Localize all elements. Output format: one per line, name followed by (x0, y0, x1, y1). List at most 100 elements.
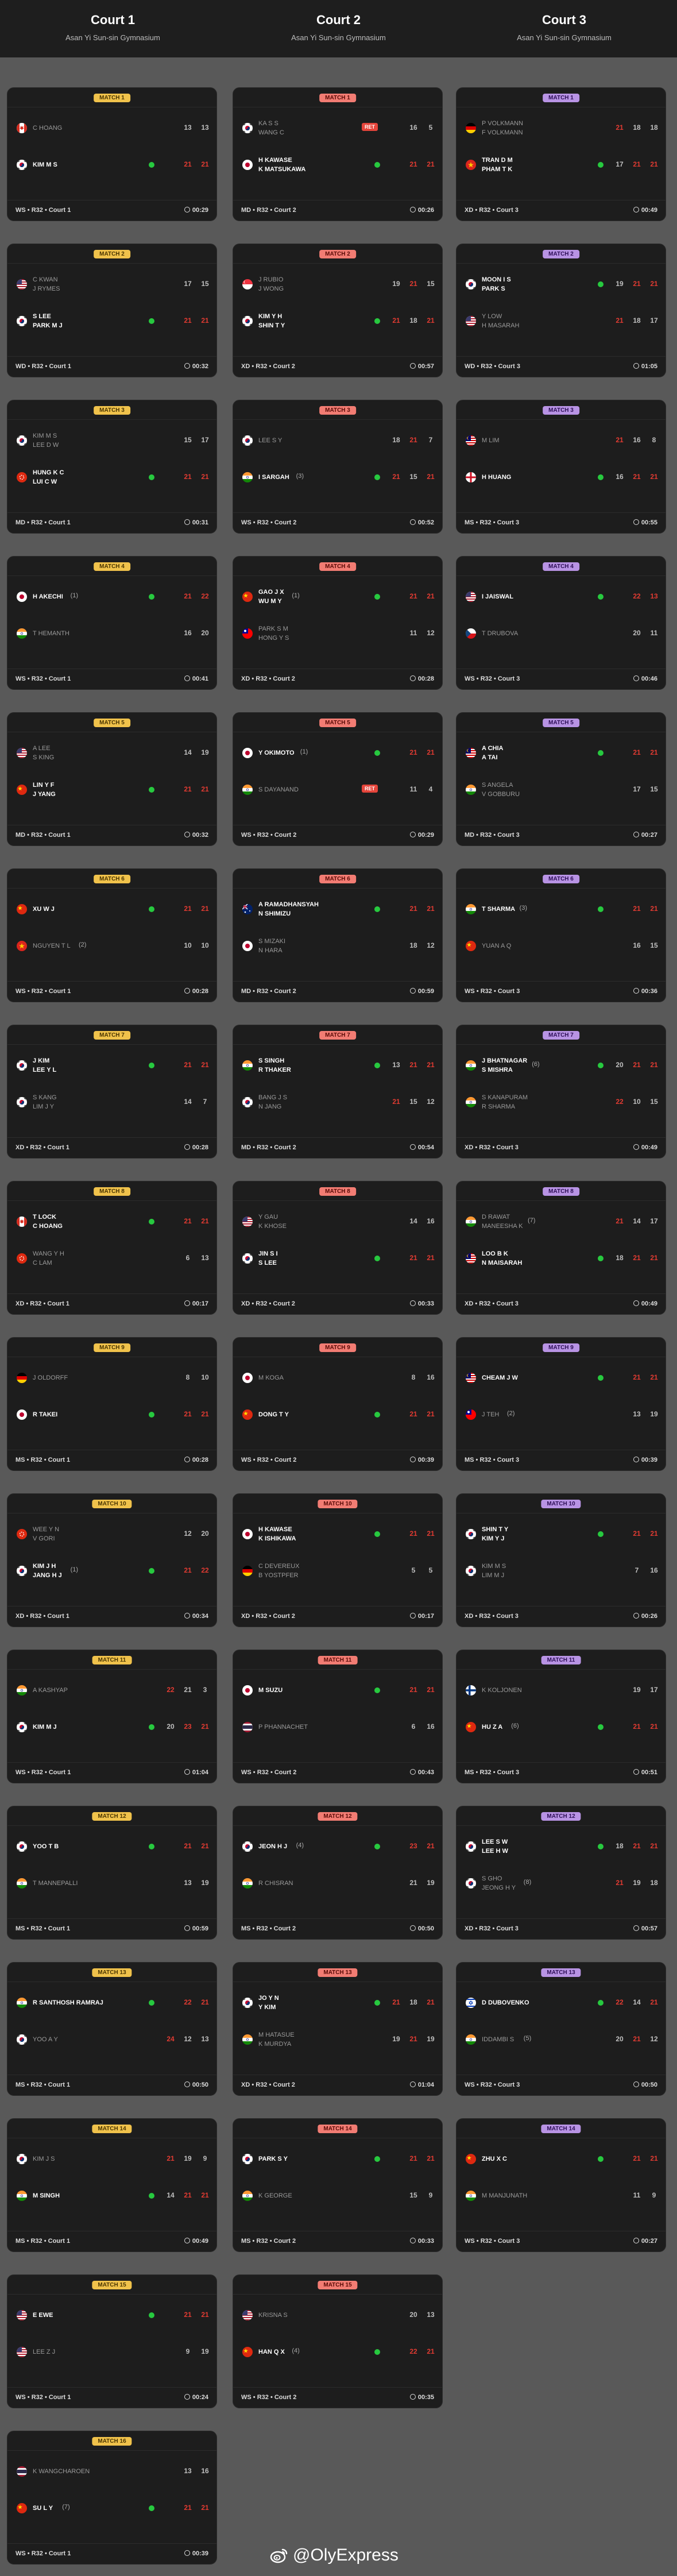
player-names: JIN S I S LEE (258, 1241, 278, 1276)
game-score: 21 (201, 2504, 209, 2512)
match-card-header: MATCH 7 (7, 1025, 216, 1045)
game-score: 5 (411, 1566, 416, 1574)
round-label: R32 (30, 1457, 42, 1463)
match-card[interactable]: MATCH 8 T LOCK C HOANG 21 21 WANG Y H C LAM 6 13… (7, 1181, 217, 1315)
flag-icon (242, 1409, 253, 1420)
flag-icon (466, 592, 476, 602)
match-card[interactable]: MATCH 3 M LIM 21 16 8 H HUANG 16 21 21 MS • R32 •… (456, 400, 666, 534)
court-label: Court 2 (273, 2081, 295, 2088)
match-card[interactable]: MATCH 13 D DUBOVENKO 22 14 21 IDDAMBI S (5) 20 2… (456, 1962, 666, 2096)
match-card[interactable]: MATCH 3 LEE S Y 18 21 7 I SARGAH (3) 21 15 21 WS •… (233, 400, 443, 534)
court-label: Court 1 (49, 363, 71, 370)
match-card[interactable]: MATCH 4 GAO J X WU M Y (1) 21 21 PARK S M HONG … (233, 556, 443, 690)
match-card[interactable]: MATCH 5 Y OKIMOTO (1) 21 21 S DAYANAND RET 11 4 W… (233, 712, 443, 846)
duration-value: 00:51 (641, 1769, 657, 1776)
match-card[interactable]: MATCH 14 KIM J S 21 19 9 M SINGH 14 21 21 MS • R3… (7, 2118, 217, 2252)
match-card[interactable]: MATCH 8 Y GAU K KHOSE 14 16 JIN S I S LEE 21 21 X… (233, 1181, 443, 1315)
duration-value: 00:36 (641, 988, 657, 995)
player-names: KIM J H JANG H J (33, 1554, 62, 1588)
match-card[interactable]: MATCH 7 J KIM LEE Y L 21 21 S KANG LIM J Y 14 7 X… (7, 1025, 217, 1158)
match-card[interactable]: MATCH 6 XU W J 21 21 NGUYEN T L (2) 10 10 WS • R… (7, 868, 217, 1002)
match-card-header: MATCH 10 (7, 1494, 216, 1513)
match-card[interactable]: MATCH 14 PARK S Y 21 21 K GEORGE 15 9 MS • R32 … (233, 2118, 443, 2252)
match-card[interactable]: MATCH 9 M KOGA 8 16 DONG T Y 21 21 WS • R32 • C… (233, 1337, 443, 1471)
match-card[interactable]: MATCH 12 YOO T B 21 21 T MANNEPALLI 13 19 MS • … (7, 1806, 217, 1940)
team-row: A CHIA A TAI 21 21 (457, 736, 666, 770)
team-row: JO Y N Y KIM 21 18 21 (233, 1986, 442, 2020)
player-name: TRAN D M (482, 157, 513, 164)
court-label: Court 2 (273, 1300, 295, 1307)
court-label: Court 1 (48, 2394, 71, 2401)
match-card-footer: MS • R32 • Court 1 00:28 (7, 1450, 216, 1470)
match-card[interactable]: MATCH 10 SHIN T Y KIM Y J 21 21 KIM M S LIM M … (456, 1493, 666, 1627)
separator-dot: • (490, 1613, 497, 1620)
court-venue: Asan Yi Sun-sin Gymnasium (291, 33, 386, 42)
match-duration: 00:26 (409, 207, 434, 214)
seed-label: (6) (532, 1061, 540, 1068)
match-card[interactable]: MATCH 5 A CHIA A TAI 21 21 S ANGELA V GOBBURU 1… (456, 712, 666, 846)
round-label: R32 (257, 2394, 269, 2401)
match-card[interactable]: MATCH 8 D RAWAT MANEESHA K (7) 21 14 17 LOO B K… (456, 1181, 666, 1315)
winner-indicator (598, 2000, 604, 2006)
match-card[interactable]: MATCH 2 MOON I S PARK S 19 21 21 Y LOW H MASARA… (456, 244, 666, 377)
court-label: Court 3 (496, 207, 519, 214)
match-card[interactable]: MATCH 13 R SANTHOSH RAMRAJ 22 21 YOO A Y 24 12… (7, 1962, 217, 2096)
match-card[interactable]: MATCH 6 T SHARMA (3) 21 21 YUAN A Q 16 15 WS • R… (456, 868, 666, 1002)
player-name: SU L Y (33, 2505, 53, 2512)
match-card[interactable]: MATCH 1 C HOANG 13 13 KIM M S 21 21 WS • R32 • … (7, 87, 217, 221)
match-card[interactable]: MATCH 2 C KWAN J RYMES 17 15 S LEE PARK M J 21 2… (7, 244, 217, 377)
match-card[interactable]: MATCH 4 H AKECHI (1) 21 22 T HEMANTH 16 20 WS • … (7, 556, 217, 690)
game-score: 22 (201, 1566, 209, 1574)
match-card[interactable]: MATCH 13 JO Y N Y KIM 21 18 21 M HATASUE K MURD… (233, 1962, 443, 2096)
game-score: 21 (184, 160, 192, 168)
match-card[interactable]: MATCH 2 J RUBIO J WONG 19 21 15 KIM Y H SHIN T … (233, 244, 443, 377)
match-card[interactable]: MATCH 7 J BHATNAGAR S MISHRA (6) 20 21 21 S KAN… (456, 1025, 666, 1158)
match-card[interactable]: MATCH 16 K WANGCHAROEN 13 16 SU L Y (7) 21 21 WS… (7, 2431, 217, 2565)
player-names: R TAKEI (33, 1397, 57, 1432)
match-card[interactable]: MATCH 5 A LEE S KING 14 19 LIN Y F J YANG 21 21 M… (7, 712, 217, 846)
event-code: XD (465, 1300, 474, 1307)
match-card[interactable]: MATCH 12 JEON H J (4) 23 21 R CHISRAN 21 19 MS •… (233, 1806, 443, 1940)
retired-badge: RET (362, 123, 378, 131)
match-duration: 00:49 (184, 2238, 208, 2245)
separator-dot: • (42, 519, 49, 526)
match-card[interactable]: MATCH 11 M SUZU 21 21 P PHANNACHET 6 16 WS • R3… (233, 1650, 443, 1783)
court-label: Court 3 (497, 519, 520, 526)
match-card[interactable]: MATCH 14 ZHU X C 21 21 M MANJUNATH 11 9 WS • R3… (456, 2118, 666, 2252)
separator-dot: • (267, 1300, 273, 1307)
game-score: 13 (650, 592, 658, 600)
clock-icon (409, 363, 416, 369)
match-card[interactable]: MATCH 15 KRISNA S 20 13 HAN Q X (4) 22 21 WS • R… (233, 2274, 443, 2408)
match-card[interactable]: MATCH 6 A RAMADHANSYAH N SHIMIZU 21 21 S MIZA… (233, 868, 443, 1002)
player-name: F VOLKMANN (482, 129, 523, 136)
team-row: J OLDORFF 8 10 (7, 1361, 216, 1395)
match-card[interactable]: MATCH 4 I JAISWAL 22 13 T DRUBOVA 20 11 WS • R3… (456, 556, 666, 690)
team-row: M LIM 21 16 8 (457, 423, 666, 458)
match-card[interactable]: MATCH 9 J OLDORFF 8 10 R TAKEI 21 21 MS • R32 •… (7, 1337, 217, 1471)
clock-icon (409, 1613, 416, 1619)
game-score: 19 (201, 2347, 209, 2355)
match-card[interactable]: MATCH 1 KA S S WANG C RET 16 5 H KAWASE K MATSU… (233, 87, 443, 221)
match-card[interactable]: MATCH 10 WEE Y N V GORI 12 20 KIM J H JANG H J… (7, 1493, 217, 1627)
separator-dot: • (24, 1613, 30, 1620)
player-names: PARK S M HONG Y S (258, 616, 289, 651)
match-card[interactable]: MATCH 7 S SINGH R THAKER 13 21 21 BANG J S N JA… (233, 1025, 443, 1158)
team-row: T SHARMA (3) 21 21 (457, 892, 666, 926)
match-card[interactable]: MATCH 15 E EWE 21 21 LEE Z J 9 19 WS • R32 • Co… (7, 2274, 217, 2408)
match-card[interactable]: MATCH 11 K KOLJONEN 19 17 HU Z A (6) 21 21 MS • … (456, 1650, 666, 1783)
match-info: WS • R32 • Court 1 (16, 2550, 71, 2557)
player-names: LEE S Y (258, 423, 282, 458)
match-card[interactable]: MATCH 10 H KAWASE K ISHIKAWA 21 21 C DEVEREUX… (233, 1493, 443, 1627)
player-name: HAN Q X (258, 2349, 285, 2355)
flag-icon (466, 1373, 476, 1383)
match-card[interactable]: MATCH 12 LEE S W LEE H W 18 21 21 S GHO JEONG H… (456, 1806, 666, 1940)
match-card[interactable]: MATCH 3 KIM M S LEE D W 15 17 HUNG K C LUI C W… (7, 400, 217, 534)
match-card-header: MATCH 13 (7, 1963, 216, 1982)
team-row: A RAMADHANSYAH N SHIMIZU 21 21 (233, 892, 442, 926)
game-score: 21 (201, 1842, 209, 1850)
match-card[interactable]: MATCH 9 CHEAM J W 21 21 J TEH (2) 13 19 MS • R32… (456, 1337, 666, 1471)
game-score: 20 (201, 1530, 209, 1538)
game-score: 20 (201, 629, 209, 637)
match-card[interactable]: MATCH 11 A KASHYAP 22 21 3 KIM M J 20 23 21 WS • … (7, 1650, 217, 1783)
match-card[interactable]: MATCH 1 P VOLKMANN F VOLKMANN 21 18 18 TRAN D … (456, 87, 666, 221)
